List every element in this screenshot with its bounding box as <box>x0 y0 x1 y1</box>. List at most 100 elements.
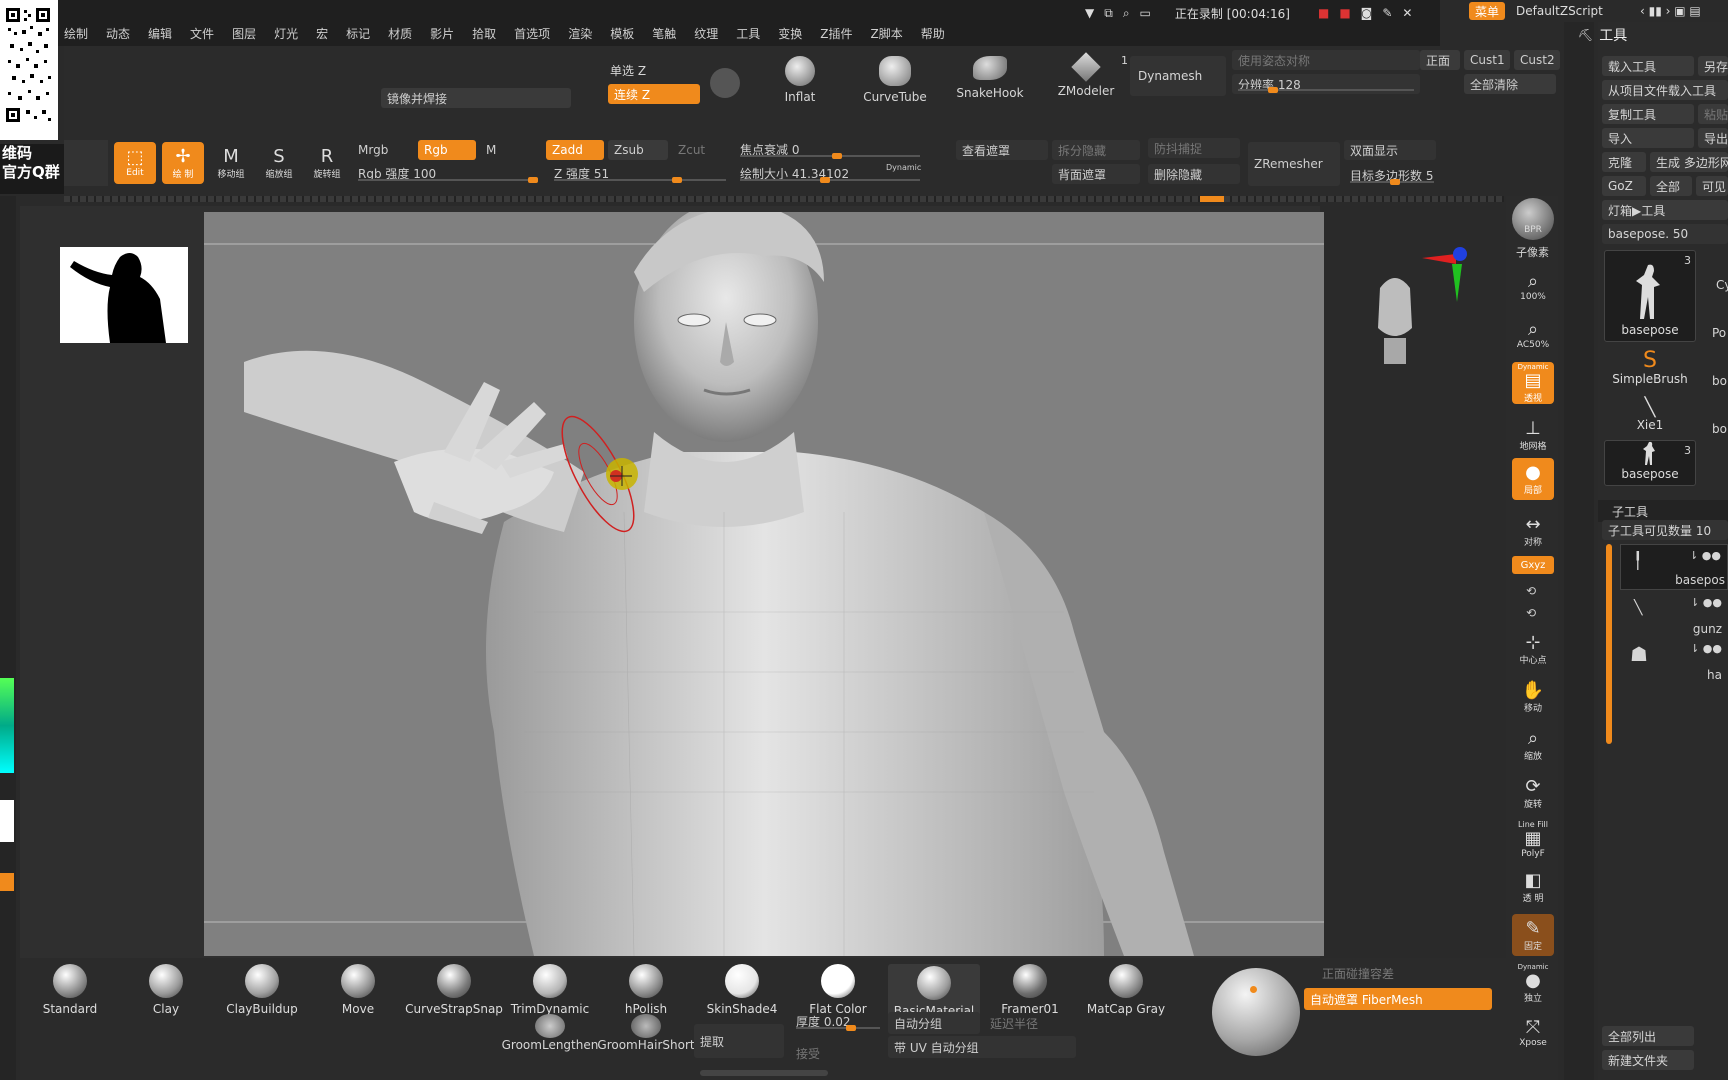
menu-item[interactable]: 材质 <box>388 25 412 42</box>
ac50-button[interactable]: ⌕ AC50% <box>1512 314 1554 356</box>
focal-shift-slider[interactable]: 焦点衰减 0 <box>734 138 926 160</box>
clone-button[interactable]: 克隆 <box>1602 152 1646 172</box>
load-tool-button[interactable]: 载入工具 <box>1602 56 1694 76</box>
bpr-button[interactable]: BPR <box>1512 198 1554 240</box>
material-item[interactable]: hPolish <box>600 964 692 1016</box>
tool-thumb-xie1[interactable]: ╲ Xie1 <box>1604 394 1696 436</box>
material-item[interactable]: Standard <box>24 964 116 1016</box>
camera-icon[interactable]: ◙ <box>1361 6 1373 20</box>
zadd-button[interactable]: Zadd <box>546 140 604 160</box>
menu-item[interactable]: 纹理 <box>694 25 718 42</box>
scale-mode-button[interactable]: S 缩放组 <box>258 142 300 184</box>
visible-button[interactable]: 可见 <box>1696 176 1728 196</box>
menu-item[interactable]: 图层 <box>232 25 256 42</box>
groom-lengthen-brush[interactable]: GroomLengthen <box>500 1014 600 1052</box>
rotate-axis-icons[interactable]: ⟲ ⟲ <box>1526 580 1536 624</box>
zcut-button[interactable]: Zcut <box>672 140 728 160</box>
material-item[interactable]: Framer01 <box>984 964 1076 1016</box>
copy-tool-button[interactable]: 复制工具 <box>1602 104 1694 124</box>
menu-item[interactable]: 首选项 <box>514 25 550 42</box>
anti-capture-button[interactable]: 防抖捕捉 <box>1148 138 1240 158</box>
move-view-button[interactable]: ✋ 移动 <box>1512 676 1554 718</box>
snakehook-brush[interactable]: SnakeHook <box>950 56 1030 106</box>
chevron-down-icon[interactable]: ▼ <box>1085 6 1094 20</box>
menu-item[interactable]: 文件 <box>190 25 214 42</box>
subtool-toggle-icon[interactable]: ⇂ ●● <box>1690 642 1722 655</box>
load-from-project-button[interactable]: 从项目文件载入工具 <box>1602 80 1728 100</box>
m-button[interactable]: M <box>480 140 518 160</box>
stop-icon[interactable]: ■ <box>1318 6 1329 20</box>
zsub-button[interactable]: Zsub <box>608 140 668 160</box>
back-mask-button[interactable]: 背面遮罩 <box>1052 164 1140 184</box>
gxyz-button[interactable]: Gxyz <box>1512 556 1554 574</box>
make-polymesh-button[interactable]: 生成 多边形网 <box>1650 152 1728 172</box>
mirror-weld-button[interactable]: 镜像并焊接 <box>381 88 571 108</box>
list-all-button[interactable]: 全部列出 <box>1602 1026 1694 1046</box>
export-button[interactable]: 导出 <box>1698 128 1728 148</box>
paste-tool-button[interactable]: 粘贴 <box>1698 104 1728 124</box>
search-icon[interactable]: ⌕ <box>1123 6 1130 21</box>
rgb-button[interactable]: Rgb <box>418 140 476 160</box>
solo-button[interactable]: Dynamic ● 独立 <box>1512 962 1554 1004</box>
menu-item[interactable]: Z脚本 <box>871 25 903 42</box>
panel-scrollbar[interactable] <box>1564 22 1594 1080</box>
menu-item[interactable]: 编辑 <box>148 25 172 42</box>
menu-item[interactable]: Z插件 <box>820 25 852 42</box>
material-preview-sphere[interactable] <box>1212 968 1300 1056</box>
symmetry-button[interactable]: ↔ 对称 <box>1512 510 1554 552</box>
bottom-scroll-handle[interactable] <box>700 1070 828 1076</box>
symmetry-icon[interactable] <box>710 68 740 98</box>
continuous-z-button[interactable]: 连续 Z <box>608 84 700 104</box>
groom-hair-short-brush[interactable]: GroomHairShort <box>596 1014 696 1052</box>
menu-item[interactable]: 模板 <box>610 25 634 42</box>
material-item[interactable]: MatCap Gray <box>1080 964 1172 1016</box>
view-mask-button[interactable]: 查看遮罩 <box>956 140 1048 160</box>
material-item[interactable]: Move <box>312 964 404 1016</box>
target-poly-slider[interactable]: 目标多边形数 5 <box>1344 164 1440 186</box>
material-item[interactable]: CurveStrapSnap <box>405 964 503 1016</box>
close-icon[interactable]: ✕ <box>1402 6 1412 20</box>
dynamic-label[interactable]: Dynamic <box>886 163 921 172</box>
subtool-item[interactable]: ╿ ⇂ ●● basepos <box>1620 544 1728 590</box>
record-icon[interactable]: ■ <box>1339 6 1350 20</box>
menu-item[interactable]: 渲染 <box>568 25 592 42</box>
resolution-slider[interactable]: 分辨率 128 <box>1232 74 1420 94</box>
inflat-brush[interactable]: Inflat <box>760 56 840 106</box>
material-item[interactable]: BasicMaterial <box>888 964 980 1018</box>
edit-button[interactable]: ⬚ Edit <box>114 142 156 184</box>
window-icon[interactable]: ⧉ <box>1104 6 1113 21</box>
uv-auto-group-button[interactable]: 带 UV 自动分组 <box>888 1036 1076 1058</box>
scale-view-button[interactable]: ⌕ 缩放 <box>1512 724 1554 766</box>
rotate-mode-button[interactable]: R 旋转组 <box>306 142 348 184</box>
dynamesh-button[interactable]: Dynamesh <box>1130 56 1226 96</box>
silhouette-thumbnail[interactable] <box>60 247 188 343</box>
subtool-item[interactable]: ☗ ⇂ ●● ha <box>1620 640 1728 686</box>
zremesher-button[interactable]: ZRemesher <box>1248 142 1340 186</box>
menu-item[interactable]: 绘制 <box>64 25 88 42</box>
subtool-title[interactable]: 子工具 <box>1612 503 1648 520</box>
menu-button[interactable]: 菜单 <box>1469 2 1506 20</box>
basepose-slider[interactable]: basepose. 50 <box>1602 224 1728 244</box>
draw-button[interactable]: ✢ 绘 制 <box>162 142 204 184</box>
split-hidden-button[interactable]: 拆分隐藏 <box>1052 140 1140 160</box>
subpixel-label[interactable]: 子像素 <box>1516 244 1549 260</box>
title-arrows[interactable]: ‹ ▮▮ › ▣ ▤ <box>1640 4 1701 18</box>
menu-item[interactable]: 帮助 <box>921 25 945 42</box>
subtool-visible-count[interactable]: 子工具可见数量 10 <box>1602 520 1728 540</box>
new-folder-button[interactable]: 新建文件夹 <box>1602 1050 1694 1070</box>
move-mode-button[interactable]: M 移动组 <box>210 142 252 184</box>
front-capture-slider[interactable]: 正面碰撞容差 <box>1316 964 1494 982</box>
extract-button[interactable]: 提取 <box>694 1024 784 1058</box>
menu-item[interactable]: 笔触 <box>652 25 676 42</box>
cust2-button[interactable]: Cust2 <box>1514 50 1560 70</box>
local-button[interactable]: ● 局部 <box>1512 458 1554 500</box>
white-swatch[interactable] <box>0 800 14 842</box>
lightbox-tools-button[interactable]: 灯箱▶工具 <box>1602 200 1728 220</box>
goz-button[interactable]: GoZ <box>1602 176 1646 196</box>
import-button[interactable]: 导入 <box>1602 128 1694 148</box>
z-intensity-slider[interactable]: Z 强度 51 <box>548 162 732 184</box>
rgb-intensity-slider[interactable]: Rgb 强度 100 <box>352 162 544 184</box>
cust1-button[interactable]: Cust1 <box>1464 50 1510 70</box>
material-item[interactable]: Flat Color <box>792 964 884 1016</box>
double-side-button[interactable]: 双面显示 <box>1344 140 1436 160</box>
